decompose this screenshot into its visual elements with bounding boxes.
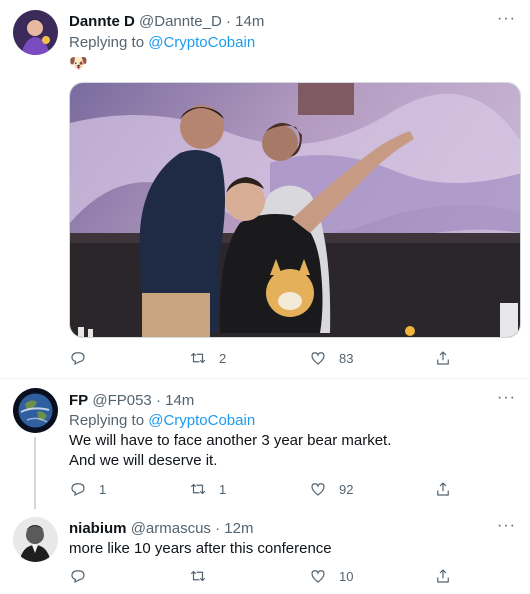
tweet-dannte[interactable]: Dannte D @Dannte_D · 14m ··· Replying to… [0, 0, 530, 380]
display-name[interactable]: FP [69, 392, 88, 409]
like-count: 92 [339, 481, 354, 497]
heart-icon [311, 570, 325, 583]
tweet-media-image[interactable] [69, 82, 521, 338]
retweet-button[interactable]: 2 [189, 348, 226, 368]
tweet-niabium[interactable]: niabium @armascus · 12m ··· more like 10… [0, 509, 530, 594]
replying-prefix: Replying to [69, 412, 145, 429]
replying-to: Replying to @CryptoCobain [69, 411, 255, 431]
user-handle[interactable]: @armascus [131, 520, 211, 537]
timestamp[interactable]: 14m [165, 392, 194, 409]
tweet-header: Dannte D @Dannte_D · 14m [69, 12, 264, 32]
more-options-icon[interactable]: ··· [497, 390, 516, 406]
avatar[interactable] [13, 10, 58, 55]
share-icon [437, 351, 449, 365]
like-button[interactable]: 92 [309, 479, 353, 499]
reply-count: 1 [99, 481, 107, 497]
retweet-icon [190, 483, 206, 495]
separator-dot: · [155, 392, 161, 409]
retweet-icon [190, 352, 206, 364]
reply-icon [71, 483, 85, 497]
tweet-text: more like 10 years after this conference [69, 540, 332, 557]
reply-icon [71, 352, 85, 366]
retweet-count: 1 [219, 481, 227, 497]
share-button[interactable] [434, 566, 452, 586]
share-icon [437, 569, 449, 583]
like-button[interactable]: 10 [309, 566, 353, 586]
separator-dot: · [215, 520, 221, 537]
user-handle[interactable]: @Dannte_D [139, 13, 222, 30]
retweet-count: 2 [219, 350, 227, 366]
share-icon [437, 482, 449, 496]
timestamp[interactable]: 14m [235, 13, 264, 30]
heart-icon [311, 352, 325, 365]
mention-link[interactable]: @CryptoCobain [148, 412, 255, 429]
share-button[interactable] [434, 479, 452, 499]
tweet-text-line-2: And we will deserve it. [69, 452, 218, 469]
heart-icon [311, 483, 325, 496]
tweet-header: FP @FP053 · 14m [69, 391, 194, 411]
tweet-fp[interactable]: FP @FP053 · 14m ··· Replying to @CryptoC… [0, 379, 530, 509]
reply-button[interactable] [69, 348, 87, 368]
more-options-icon[interactable]: ··· [497, 518, 516, 534]
tweet-actions: 1 1 92 [69, 479, 469, 499]
avatar[interactable] [13, 388, 58, 433]
tweet-text-line-1: We will have to face another 3 year bear… [69, 432, 392, 449]
display-name[interactable]: Dannte D [69, 13, 135, 30]
reply-button[interactable] [69, 566, 87, 586]
timestamp[interactable]: 12m [224, 520, 253, 537]
reply-button[interactable]: 1 [69, 479, 106, 499]
user-handle[interactable]: @FP053 [92, 392, 151, 409]
replying-to: Replying to @CryptoCobain [69, 33, 255, 53]
tweet-header: niabium @armascus · 12m [69, 519, 253, 539]
tweet-text: 🐶 [69, 55, 88, 72]
tweet-actions: 2 83 [69, 348, 469, 368]
mention-link[interactable]: @CryptoCobain [148, 34, 255, 51]
display-name[interactable]: niabium [69, 520, 127, 537]
replying-prefix: Replying to [69, 34, 145, 51]
like-count: 10 [339, 568, 354, 584]
avatar[interactable] [13, 517, 58, 562]
thread-line [34, 437, 36, 509]
share-button[interactable] [434, 348, 452, 368]
tweet-actions: 10 [69, 566, 469, 586]
retweet-button[interactable] [189, 566, 207, 586]
like-count: 83 [339, 350, 354, 366]
retweet-icon [190, 570, 206, 582]
separator-dot: · [225, 13, 231, 30]
retweet-button[interactable]: 1 [189, 479, 226, 499]
more-options-icon[interactable]: ··· [497, 11, 516, 27]
reply-icon [71, 570, 85, 584]
like-button[interactable]: 83 [309, 348, 353, 368]
